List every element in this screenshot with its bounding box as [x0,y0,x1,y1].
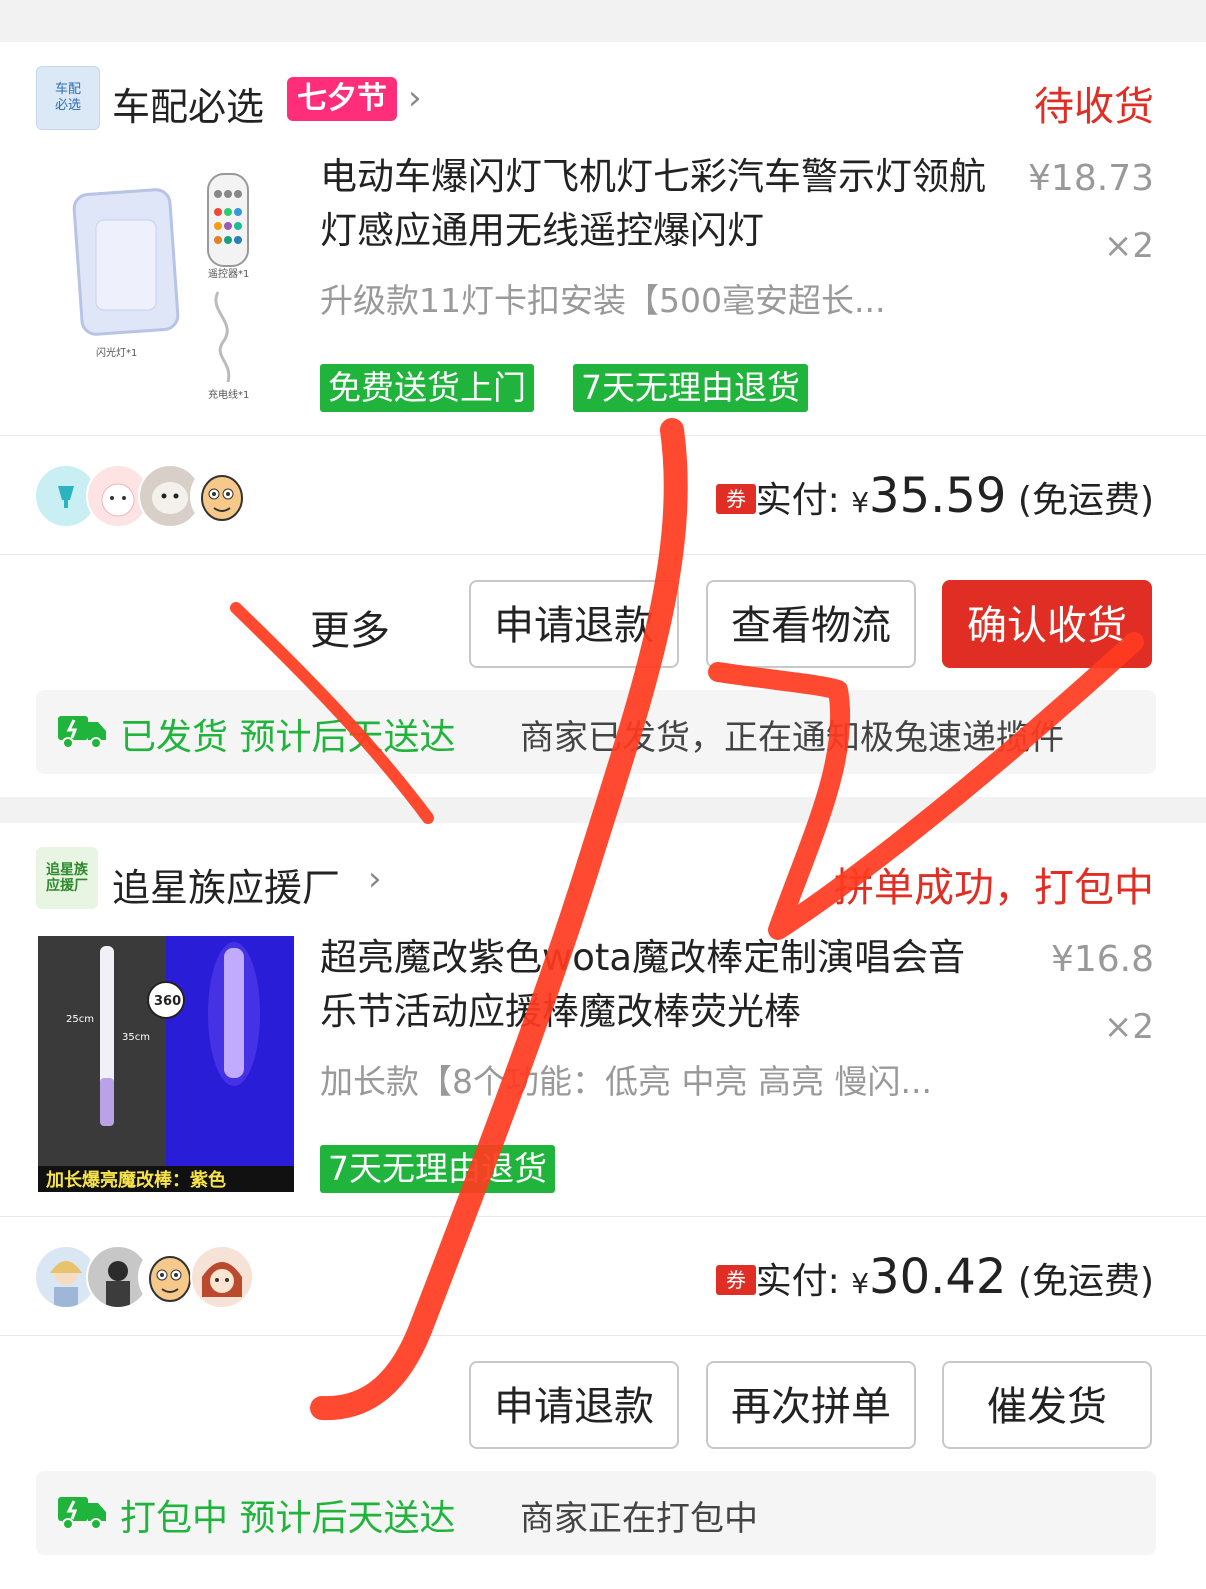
truck-icon [58,716,106,749]
paid-amount: 实付: ¥35.59 (免运费) [756,468,1154,524]
chevron-right-icon[interactable]: › [368,859,382,899]
shipping-banner[interactable]: 已发货 预计后天送达 商家已发货，正在通知极兔速递揽件 [36,690,1156,774]
paid-label: 实付: [755,1261,840,1302]
order-card-2: 追星族 应援厂 追星族应援厂 › 拼单成功，打包中 360 25cm 35cm … [0,823,1206,1589]
thumb-label: 35cm [122,1032,150,1043]
order-status: 拼单成功，打包中 [834,865,1154,911]
product-image: 闪光灯*1 遥控器*1 充电线*1 [72,173,249,401]
product-thumbnail[interactable]: 闪光灯*1 遥控器*1 充电线*1 [38,152,294,408]
thumb-label: 充电线*1 [208,388,249,401]
divider [0,1335,1206,1336]
group-again-button[interactable]: 再次拼单 [706,1361,916,1449]
shop-name[interactable]: 追星族应援厂 [112,857,340,912]
shop-name[interactable]: 车配必选 [112,76,264,131]
product-title[interactable]: 电动车爆闪灯飞机灯七彩汽车警示灯领航灯感应通用无线遥控爆闪灯 [320,150,990,258]
shipping-status: 打包中 预计后天送达 [120,1498,456,1539]
product-qty: ×2 [1103,226,1154,266]
refund-button[interactable]: 申请退款 [469,1361,679,1449]
thumb-label: 360 [154,994,181,1009]
shipping-banner[interactable]: 打包中 预计后天送达 商家正在打包中 [36,1471,1156,1555]
order-status: 待收货 [1034,84,1154,130]
product-sku[interactable]: 升级款11灯卡扣安装【500毫安超长... [320,274,885,322]
thumb-label: 遥控器*1 [208,267,249,280]
paid-value: 30.42 [869,1249,1007,1305]
tag-7day-return: 7天无理由退货 [573,364,808,412]
view-logistics-button[interactable]: 查看物流 [706,580,916,668]
paid-amount: 实付: ¥30.42 (免运费) [756,1249,1154,1305]
divider [0,1216,1206,1217]
thumb-caption: 加长爆亮魔改棒：紫色 [45,1169,226,1191]
shop-logo[interactable]: 追星族 应援厂 [36,847,98,909]
shipping-detail: 商家正在打包中 [520,1499,758,1539]
paid-note: (免运费) [1017,480,1154,521]
thumb-label: 闪光灯*1 [96,346,137,359]
coupon-icon: 券 [716,1265,756,1295]
avatar [190,464,254,528]
tag-free-delivery: 免费送货上门 [320,364,534,412]
product-sku[interactable]: 加长款【8个功能：低亮 中亮 高亮 慢闪... [320,1055,932,1103]
shop-logo[interactable]: 车配 必选 [36,66,100,130]
urge-shipping-button[interactable]: 催发货 [942,1361,1152,1449]
paid-note: (免运费) [1017,1261,1154,1302]
paid-label: 实付: [755,480,840,521]
product-thumbnail[interactable]: 360 25cm 35cm 加长爆亮魔改棒：紫色 [38,936,294,1192]
product-qty: ×2 [1103,1007,1154,1047]
thumb-label: 25cm [66,1014,94,1025]
paid-currency: ¥ [851,486,870,519]
tag-7day-return: 7天无理由退货 [320,1145,555,1193]
more-button[interactable]: 更多 [310,598,390,656]
chevron-right-icon[interactable]: › [408,78,422,118]
divider [0,554,1206,555]
product-price: ¥18.73 [1028,158,1154,199]
order-card-1: 车配 必选 车配必选 七夕节 › 待收货 闪光灯*1 遥控器*1 充电线*1 电… [0,42,1206,797]
coupon-icon: 券 [716,484,756,514]
divider [0,435,1206,436]
refund-button[interactable]: 申请退款 [469,580,679,668]
paid-currency: ¥ [851,1267,870,1300]
truck-icon [58,1497,106,1530]
product-image: 360 25cm 35cm 加长爆亮魔改棒：紫色 [38,936,294,1192]
paid-value: 35.59 [869,468,1007,524]
festival-badge: 七夕节 [287,77,397,121]
avatar [190,1245,254,1309]
confirm-receipt-button[interactable]: 确认收货 [942,580,1152,668]
product-price: ¥16.8 [1050,939,1154,980]
shipping-detail: 商家已发货，正在通知极兔速递揽件 [520,718,1064,758]
product-title[interactable]: 超亮魔改紫色wota魔改棒定制演唱会音乐节活动应援棒魔改棒荧光棒 [320,931,990,1039]
shipping-status: 已发货 预计后天送达 [120,717,456,758]
